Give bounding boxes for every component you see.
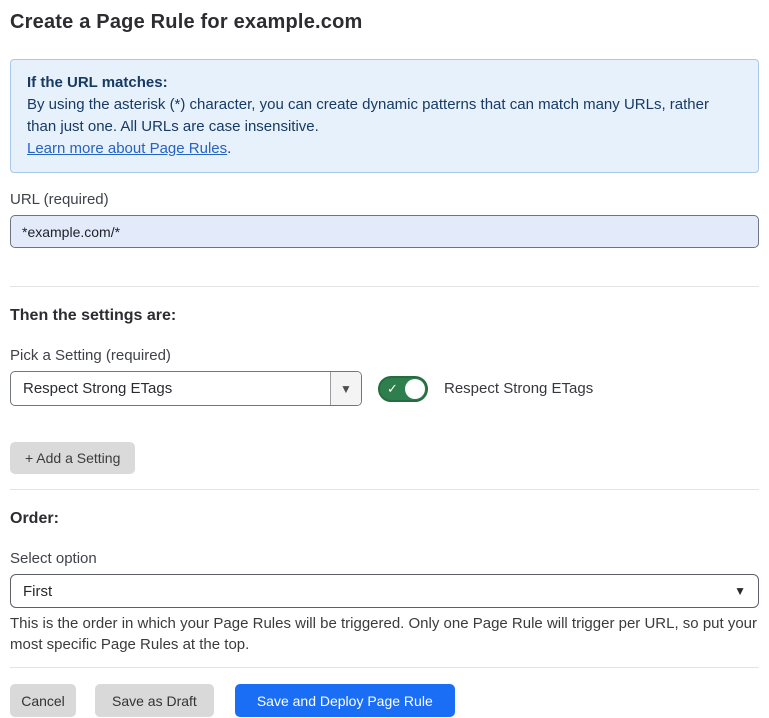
respect-etags-toggle[interactable]: ✓ bbox=[378, 376, 428, 402]
info-box-heading: If the URL matches: bbox=[27, 72, 742, 94]
url-field-label: URL (required) bbox=[10, 191, 759, 209]
footer-actions: Cancel Save as Draft Save and Deploy Pag… bbox=[10, 684, 759, 717]
order-dropdown-value: First bbox=[23, 583, 52, 600]
page-title: Create a Page Rule for example.com bbox=[10, 10, 759, 34]
save-as-draft-button[interactable]: Save as Draft bbox=[95, 684, 214, 717]
cancel-button[interactable]: Cancel bbox=[10, 684, 76, 717]
add-setting-button[interactable]: + Add a Setting bbox=[10, 442, 135, 474]
link-period: . bbox=[227, 140, 231, 157]
setting-dropdown-value: Respect Strong ETags bbox=[11, 372, 330, 405]
select-option-label: Select option bbox=[10, 550, 759, 568]
create-page-rule-panel: Create a Page Rule for example.com If th… bbox=[0, 0, 769, 718]
url-input[interactable] bbox=[10, 215, 759, 248]
info-box-link-line: Learn more about Page Rules. bbox=[27, 138, 742, 160]
toggle-label: Respect Strong ETags bbox=[444, 380, 593, 397]
divider bbox=[10, 489, 759, 490]
order-section-heading: Order: bbox=[10, 509, 759, 528]
divider bbox=[10, 286, 759, 287]
chevron-down-icon[interactable]: ▼ bbox=[330, 372, 361, 405]
order-dropdown[interactable]: First ▼ bbox=[10, 574, 759, 608]
toggle-knob bbox=[405, 379, 425, 399]
setting-dropdown[interactable]: Respect Strong ETags ▼ bbox=[10, 371, 362, 406]
pick-setting-label: Pick a Setting (required) bbox=[10, 347, 759, 365]
url-match-info-box: If the URL matches: By using the asteris… bbox=[10, 59, 759, 173]
info-box-body: By using the asterisk (*) character, you… bbox=[27, 94, 742, 138]
save-and-deploy-button[interactable]: Save and Deploy Page Rule bbox=[235, 684, 455, 717]
divider bbox=[10, 667, 759, 668]
chevron-down-icon: ▼ bbox=[734, 584, 746, 598]
settings-section-heading: Then the settings are: bbox=[10, 306, 759, 325]
setting-toggle-group: ✓ Respect Strong ETags bbox=[378, 376, 593, 402]
check-icon: ✓ bbox=[387, 382, 398, 395]
learn-more-link[interactable]: Learn more about Page Rules bbox=[27, 140, 227, 157]
setting-row: Respect Strong ETags ▼ ✓ Respect Strong … bbox=[10, 371, 759, 406]
order-help-text: This is the order in which your Page Rul… bbox=[10, 613, 759, 655]
